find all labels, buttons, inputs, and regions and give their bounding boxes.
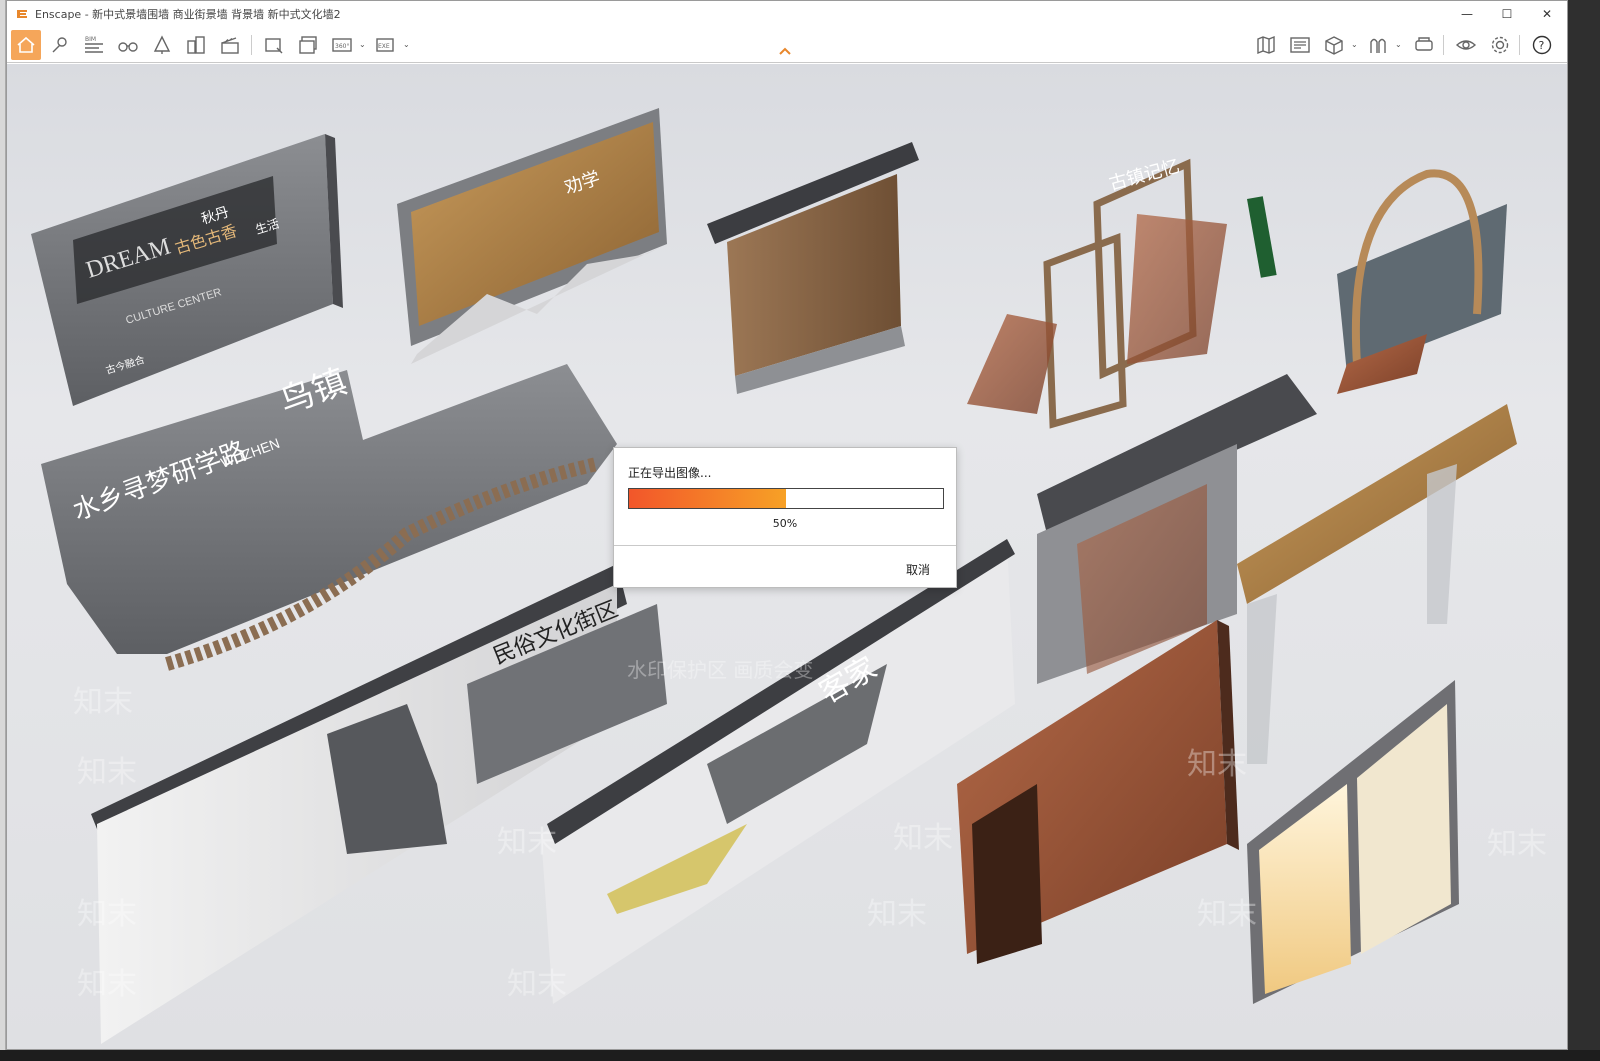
guzhen-jiyi-frames: 古镇记忆 xyxy=(967,156,1277,429)
dream-wall: DREAM 古色古香 秋丹 生活 CULTURE CENTER 古今融合 xyxy=(31,134,343,406)
close-button[interactable]: ✕ xyxy=(1527,1,1567,27)
tree-icon xyxy=(153,35,171,54)
watermark-text: 知末 xyxy=(77,967,137,1002)
batch-render-icon xyxy=(299,36,317,54)
window-controls: — ☐ ✕ xyxy=(1447,1,1567,27)
home-button[interactable] xyxy=(11,30,41,60)
enscape-window: Enscape - 新中式景墙围墙 商业街景墙 背景墙 新中式文化墙2 — ☐ … xyxy=(6,0,1568,1050)
map-button[interactable] xyxy=(1251,30,1281,60)
atlas-button[interactable] xyxy=(1363,30,1393,60)
progress-percent: 50% xyxy=(772,517,798,530)
export-dropdown-chevron-icon[interactable]: ⌄ xyxy=(403,41,411,49)
collapse-toolbar-chevron-icon[interactable] xyxy=(777,45,793,57)
watermark-text: 知末 xyxy=(1187,747,1247,782)
golden-relief-wall: 劝学 xyxy=(397,108,667,364)
clapperboard-icon xyxy=(221,37,239,54)
cube-dropdown-chevron-icon[interactable]: ⌄ xyxy=(1351,41,1359,49)
exe-label: EXE xyxy=(378,43,390,50)
location-pin-icon xyxy=(52,37,67,53)
watermark-text: 知末 xyxy=(1487,827,1547,862)
bim-icon: BIM xyxy=(85,36,103,53)
guzhen-text: 古镇记忆 xyxy=(1107,156,1182,195)
exe-export-icon: EXE xyxy=(376,38,394,52)
bim-button[interactable]: BIM xyxy=(79,30,109,60)
watermark-text: 知末 xyxy=(73,685,133,720)
watermark-center-text: 水印保护区 画质会变 xyxy=(627,658,813,682)
cube-icon xyxy=(1325,36,1343,55)
gear-icon xyxy=(1491,36,1509,54)
panorama-dropdown-chevron-icon[interactable]: ⌄ xyxy=(359,41,367,49)
watermark-text: 知末 xyxy=(1197,897,1257,932)
progress-bar-fill xyxy=(629,489,786,508)
render-window-icon xyxy=(1290,37,1310,53)
watermark-text: 知末 xyxy=(77,755,137,790)
video-editor-button[interactable] xyxy=(215,30,245,60)
watermark-text: 知末 xyxy=(893,821,953,856)
visual-settings-button[interactable] xyxy=(1451,30,1481,60)
panorama-icon: 360° xyxy=(332,38,352,52)
location-button[interactable] xyxy=(45,30,75,60)
screenshot-button[interactable] xyxy=(259,30,289,60)
batch-render-button[interactable] xyxy=(293,30,323,60)
buildings-icon xyxy=(187,36,205,54)
lit-display-cabinet xyxy=(1247,680,1459,1004)
toolbar-separator xyxy=(1519,35,1520,55)
help-label: ? xyxy=(1539,39,1545,52)
panorama-button[interactable]: 360° xyxy=(327,30,357,60)
circular-arch-wall xyxy=(1337,169,1507,394)
toolbar-separator xyxy=(251,35,252,55)
help-button[interactable]: ? xyxy=(1527,30,1557,60)
home-icon xyxy=(17,36,35,53)
atlas-dropdown-chevron-icon[interactable]: ⌄ xyxy=(1395,41,1403,49)
grey-tiled-roof-wall xyxy=(1037,374,1317,684)
bottom-desktop-edge xyxy=(0,1050,1600,1061)
cube-button[interactable] xyxy=(1319,30,1349,60)
watermark-text: 知末 xyxy=(867,897,927,932)
assets-button[interactable] xyxy=(147,30,177,60)
right-desktop-edge xyxy=(1568,0,1600,1061)
dialog-divider xyxy=(614,545,956,546)
watermark-text: 知末 xyxy=(497,825,557,860)
wooden-roof-wall xyxy=(707,142,919,394)
general-settings-button[interactable] xyxy=(1485,30,1515,60)
minimize-button[interactable]: — xyxy=(1447,1,1487,27)
progress-bar xyxy=(628,488,944,509)
bim-label: BIM xyxy=(85,36,96,43)
dialog-title: 正在导出图像... xyxy=(628,466,712,480)
map-icon xyxy=(1257,35,1275,55)
title-bar: Enscape - 新中式景墙围墙 商业街景墙 背景墙 新中式文化墙2 — ☐ … xyxy=(7,1,1567,27)
cancel-button[interactable]: 取消 xyxy=(906,561,930,578)
panorama-label: 360° xyxy=(335,43,349,50)
watermark-text: 知末 xyxy=(507,967,567,1002)
render-window-button[interactable] xyxy=(1285,30,1315,60)
atlas-icon xyxy=(1370,38,1386,53)
golden-arch-gate xyxy=(1237,404,1517,764)
exe-export-button[interactable]: EXE xyxy=(371,30,401,60)
eye-icon xyxy=(1455,40,1477,50)
maximize-button[interactable]: ☐ xyxy=(1487,1,1527,27)
render-viewport[interactable]: DREAM 古色古香 秋丹 生活 CULTURE CENTER 古今融合 劝学 xyxy=(7,64,1567,1049)
toolbar-separator xyxy=(1443,35,1444,55)
enscape-logo-icon xyxy=(17,10,27,18)
views-button[interactable] xyxy=(113,30,143,60)
window-title: Enscape - 新中式景墙围墙 商业街景墙 背景墙 新中式文化墙2 xyxy=(35,8,341,21)
binoculars-icon xyxy=(118,42,138,52)
export-progress-dialog: 正在导出图像... 50% 取消 xyxy=(613,447,957,588)
buildings-button[interactable] xyxy=(181,30,211,60)
vr-headset-button[interactable] xyxy=(1409,30,1439,60)
screenshot-icon xyxy=(265,38,283,54)
watermark-text: 知末 xyxy=(77,897,137,932)
help-icon: ? xyxy=(1532,35,1552,55)
vr-headset-icon xyxy=(1415,37,1433,51)
